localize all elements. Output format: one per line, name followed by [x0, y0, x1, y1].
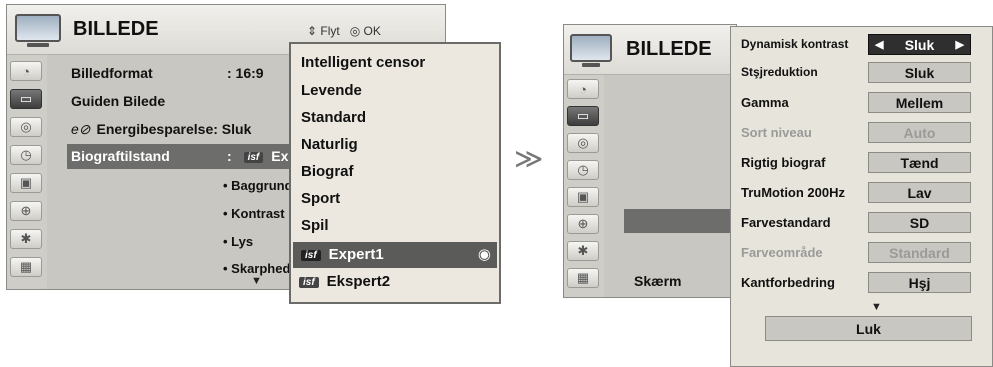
setting-value-gamma[interactable]: Mellem: [868, 92, 971, 113]
mode-naturlig[interactable]: Naturlig: [301, 136, 358, 153]
arrow-left-icon[interactable]: ◀: [875, 38, 883, 51]
mode-spil[interactable]: Spil: [301, 217, 329, 234]
tv-header-icon: [570, 34, 612, 67]
clock-icon[interactable]: ◷: [567, 160, 599, 180]
movie-icon[interactable]: ▦: [567, 268, 599, 288]
sub-item-lys[interactable]: • Lys: [223, 234, 253, 249]
setting-value-trumotion[interactable]: Lav: [868, 182, 971, 203]
setting-value-kantforbedring[interactable]: Hşj: [868, 272, 971, 293]
speaker-icon[interactable]: ◎: [567, 133, 599, 153]
isf-badge-icon: isf: [299, 276, 319, 288]
setting-label-dynamisk-kontrast: Dynamisk kontrast: [741, 37, 849, 51]
picture-mode-popup: Intelligent censor Levende Standard Natu…: [289, 42, 501, 304]
mode-levende[interactable]: Levende: [301, 82, 362, 99]
scroll-down-arrow-icon[interactable]: ▼: [871, 301, 882, 313]
billedformat-value: : 16:9: [227, 65, 264, 81]
dynamisk-kontrast-value: Sluk: [904, 36, 935, 53]
movie-icon[interactable]: ▦: [10, 257, 42, 277]
setting-label-sort-niveau: Sort niveau: [741, 125, 812, 140]
mode-expert1-selected[interactable]: isf Expert1 ◉: [293, 242, 497, 268]
setting-value-dynamisk-kontrast[interactable]: ◀ Sluk ▶: [868, 34, 971, 55]
arrow-right-icon[interactable]: ▶: [956, 38, 964, 51]
mode-intelligent-censor[interactable]: Intelligent censor: [301, 54, 425, 71]
biograftilstand-row[interactable]: Biograftilstand : isf Exp: [67, 144, 307, 169]
setting-value-rigtig-biograf[interactable]: Tænd: [868, 152, 971, 173]
energy-saving-icon: e⊘: [71, 121, 91, 137]
right-sidebar: ◔ ▭ ◎ ◷ ▣ ⊕ ✱ ▦: [564, 75, 604, 297]
guiden-bilede-row[interactable]: Guiden Bilede: [71, 93, 165, 109]
mode-biograf[interactable]: Biograf: [301, 163, 354, 180]
satellite-icon[interactable]: ◔: [10, 61, 42, 81]
lock-icon[interactable]: ▣: [567, 187, 599, 207]
mode-ekspert2-label: Ekspert2: [326, 273, 391, 290]
right-menu: BILLEDE ◔ ▭ ◎ ◷ ▣ ⊕ ✱ ▦ Skærm: [563, 24, 737, 298]
setting-label-gamma: Gamma: [741, 95, 789, 110]
bluetooth-icon[interactable]: ✱: [10, 229, 42, 249]
setting-value-farveomraade: Standard: [868, 242, 971, 263]
selected-radio-icon: ◉: [477, 246, 491, 263]
expert-settings-panel: Dynamisk kontrast ◀ Sluk ▶ Stşjreduktion…: [730, 26, 993, 367]
biograftilstand-label: Biograftilstand: [71, 148, 170, 164]
tv-header-icon: [15, 14, 61, 47]
setting-value-farvestandard[interactable]: SD: [868, 212, 971, 233]
billedformat-label: Billedformat: [71, 65, 153, 81]
setting-label-rigtig-biograf: Rigtig biograf: [741, 155, 826, 170]
satellite-icon[interactable]: ◔: [567, 79, 599, 99]
left-menu-title: BILLEDE: [73, 18, 159, 40]
scroll-down-arrow-icon[interactable]: ▼: [251, 275, 262, 287]
energibesparelse-label: Energibesparelse: Sluk: [96, 121, 252, 137]
tv-icon[interactable]: ▭: [10, 89, 42, 109]
setting-label-farvestandard: Farvestandard: [741, 215, 831, 230]
bluetooth-icon[interactable]: ✱: [567, 241, 599, 261]
navigation-hint: ⇕ Flyt ◎ OK: [307, 24, 381, 38]
right-menu-title: BILLEDE: [626, 38, 712, 60]
close-button-label: Luk: [856, 320, 881, 337]
mode-expert1-label: Expert1: [328, 246, 384, 263]
setting-value-stojreduktion[interactable]: Sluk: [868, 62, 971, 83]
sub-item-kontrast[interactable]: • Kontrast: [223, 206, 285, 221]
right-menu-header: BILLEDE: [564, 25, 736, 75]
usb-icon[interactable]: ⊕: [567, 214, 599, 234]
isf-badge-icon: isf: [301, 249, 321, 261]
left-sidebar: ◔ ▭ ◎ ◷ ▣ ⊕ ✱ ▦: [7, 55, 47, 289]
energibesparelse-row[interactable]: e⊘ Energibesparelse: Sluk: [71, 121, 251, 138]
setting-value-sort-niveau: Auto: [868, 122, 971, 143]
usb-icon[interactable]: ⊕: [10, 201, 42, 221]
skaerm-label[interactable]: Skærm: [634, 273, 681, 289]
setting-label-kantforbedring: Kantforbedring: [741, 275, 835, 290]
clock-icon[interactable]: ◷: [10, 145, 42, 165]
transition-arrow-icon: ≫: [514, 143, 544, 174]
tv-icon[interactable]: ▭: [567, 106, 599, 126]
billedformat-row[interactable]: Billedformat : 16:9: [71, 65, 301, 81]
mode-standard[interactable]: Standard: [301, 109, 366, 126]
close-button[interactable]: Luk: [765, 316, 972, 341]
setting-label-farveomraade: Farveområde: [741, 245, 823, 260]
lock-icon[interactable]: ▣: [10, 173, 42, 193]
highlight-bar[interactable]: [624, 209, 736, 233]
isf-badge-icon: isf: [243, 151, 264, 163]
mode-sport[interactable]: Sport: [301, 190, 340, 207]
sub-item-skarphed[interactable]: • Skarphed: [223, 261, 290, 276]
setting-label-stojreduktion: Stşjreduktion: [741, 65, 818, 79]
mode-ekspert2[interactable]: isf Ekspert2: [299, 273, 390, 290]
setting-label-trumotion: TruMotion 200Hz: [741, 185, 846, 200]
biograftilstand-colon: :: [227, 148, 232, 164]
speaker-icon[interactable]: ◎: [10, 117, 42, 137]
